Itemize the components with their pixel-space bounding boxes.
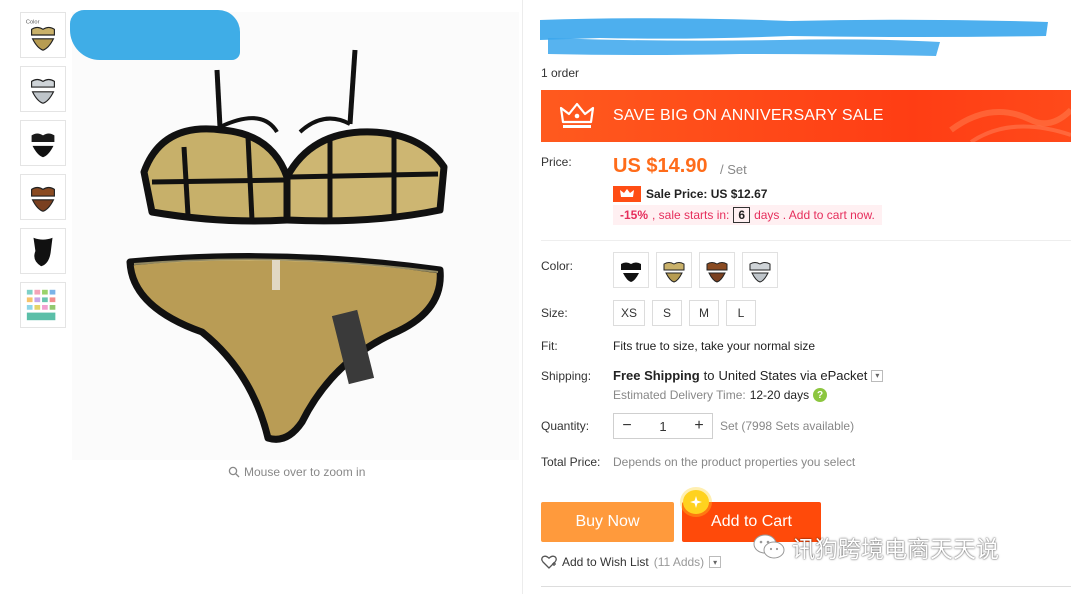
chevron-down-icon[interactable]: ▾ (709, 556, 722, 568)
watermark: 讯狗跨境电商天天说 (752, 530, 999, 564)
crown-icon (620, 189, 634, 197)
thumbnail-gold[interactable]: Color (20, 12, 66, 58)
divider (541, 586, 1071, 587)
wishlist-label: Add to Wish List (562, 555, 649, 569)
add-to-wishlist[interactable]: Add to Wish List (11 Adds) ▾ (541, 555, 722, 569)
quantity-stepper: − 1 + (613, 413, 713, 439)
gold-swatch (663, 262, 685, 283)
size-option-xs[interactable]: XS (613, 300, 645, 326)
discount-text: , sale starts in: (652, 208, 730, 222)
plus-icon[interactable]: + (686, 414, 712, 438)
quantity-availability: Set (7998 Sets available) (720, 419, 855, 433)
discount-percent: -15% (620, 208, 649, 222)
estimated-delivery: Estimated Delivery Time: 12-20 days ? (613, 388, 828, 402)
color-label: Color: (541, 259, 574, 273)
free-shipping-text: Free Shipping (613, 368, 700, 383)
shipping-info[interactable]: Free Shipping to United States via ePack… (613, 368, 884, 383)
heart-icon (541, 555, 557, 569)
sale-banner-text: SAVE BIG ON ANNIVERSARY SALE (613, 107, 884, 124)
chevron-down-icon[interactable]: ▾ (871, 369, 884, 382)
estimated-delivery-days: 12-20 days (749, 388, 810, 402)
redaction-scribble (70, 10, 240, 60)
banner-decoration (949, 107, 1071, 142)
sparkle-icon (690, 496, 702, 508)
price-label: Price: (541, 155, 572, 169)
size-label: Size: (541, 306, 568, 320)
black-bikini-thumbnail (31, 133, 55, 158)
thumbnail-bronze[interactable] (20, 174, 66, 220)
help-icon[interactable]: ? (813, 388, 828, 402)
quantity-label: Quantity: (541, 419, 590, 433)
column-divider (522, 0, 523, 594)
color-chart-thumbnail (26, 289, 56, 321)
buy-now-button[interactable]: Buy Now (541, 502, 674, 542)
watermark-text: 讯狗跨境电商天天说 (792, 536, 999, 562)
gold-bikini-thumbnail: Color (26, 20, 55, 51)
svg-text:Color: Color (26, 20, 40, 26)
silver-bikini-thumbnail (31, 78, 55, 104)
thumbnail-list: Color (20, 12, 66, 336)
gold-bikini-image (126, 49, 448, 443)
size-options: XS S M L (613, 300, 756, 326)
zoom-hint: Mouse over to zoom in (228, 465, 365, 479)
price-unit: / Set (720, 162, 747, 177)
magnifier-icon (228, 466, 240, 478)
color-swatch-black[interactable] (613, 252, 649, 288)
sale-tag-icon (613, 186, 641, 202)
fit-label: Fit: (541, 339, 558, 353)
shipping-label: Shipping: (541, 369, 592, 383)
total-price-text: Depends on the product properties you se… (613, 455, 856, 469)
size-option-s[interactable]: S (652, 300, 682, 326)
total-price-label: Total Price: (541, 455, 601, 469)
estimated-delivery-label: Estimated Delivery Time: (613, 388, 746, 402)
color-swatch-silver[interactable] (742, 252, 778, 288)
cart-sparkle-icon (683, 490, 709, 514)
days-text: days . Add to cart now. (754, 208, 875, 222)
silver-swatch (749, 262, 771, 283)
wishlist-count: (11 Adds) (653, 555, 705, 569)
quantity-value[interactable]: 1 (640, 419, 686, 434)
sale-price-text: Sale Price: US $12.67 (646, 187, 768, 201)
main-product-image[interactable] (72, 12, 519, 460)
anniversary-sale-banner[interactable]: SAVE BIG ON ANNIVERSARY SALE (541, 90, 1071, 142)
thumbnail-black[interactable] (20, 120, 66, 166)
thumbnail-color-chart[interactable] (20, 282, 66, 328)
crown-icon (559, 102, 595, 128)
fit-text: Fits true to size, take your normal size (613, 339, 816, 353)
black-swatch (621, 262, 641, 282)
sale-price-row: Sale Price: US $12.67 (613, 186, 767, 202)
discount-countdown: -15% , sale starts in: 6 days . Add to c… (613, 205, 882, 225)
color-swatch-gold[interactable] (656, 252, 692, 288)
shipping-destination: United States via ePacket (718, 368, 868, 383)
price-value: US $14.90 (613, 155, 708, 177)
wechat-icon (753, 534, 785, 559)
divider (541, 240, 1071, 241)
zoom-hint-text: Mouse over to zoom in (244, 465, 366, 479)
bronze-swatch (706, 262, 728, 283)
bronze-bikini-thumbnail (31, 186, 55, 212)
shipping-to: to (703, 368, 715, 383)
thumbnail-one-piece[interactable] (20, 228, 66, 274)
days-count: 6 (733, 207, 751, 223)
size-option-l[interactable]: L (726, 300, 756, 326)
color-swatch-bronze[interactable] (699, 252, 735, 288)
minus-icon[interactable]: − (614, 414, 640, 438)
thumbnail-silver[interactable] (20, 66, 66, 112)
order-count: 1 order (541, 66, 580, 80)
black-one-piece-thumbnail (33, 237, 53, 267)
size-option-m[interactable]: M (689, 300, 719, 326)
product-title-redacted (540, 18, 1048, 56)
color-options (613, 252, 778, 288)
